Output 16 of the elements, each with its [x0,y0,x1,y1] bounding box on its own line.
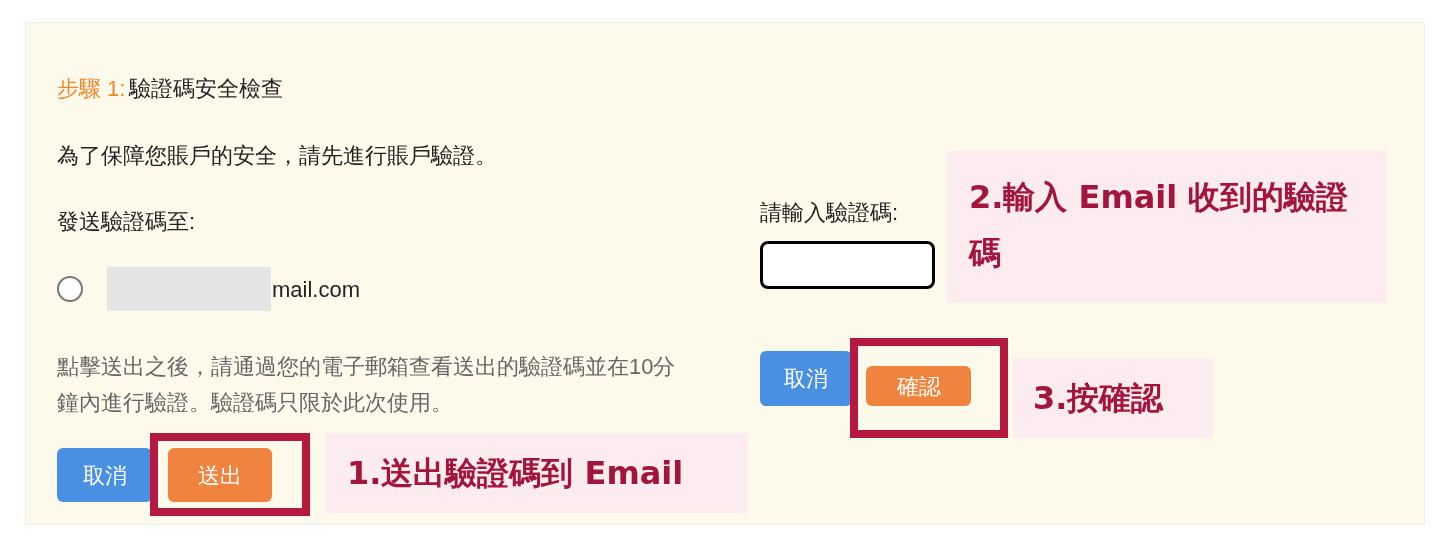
email-address: mail.com [272,275,360,304]
annotation-callout: 1.送出驗證碼到 Email [325,433,748,513]
code-label: 請輸入驗證碼: [760,199,900,226]
submit-button[interactable]: 送出 [168,448,272,502]
radio-button[interactable] [57,276,83,302]
step-title: 驗證碼安全檢查 [129,74,284,103]
annotation-callout: 3.按確認 [1013,358,1213,438]
submit-button[interactable]: 確認 [866,366,971,406]
cancel-button[interactable]: 取消 [57,448,152,502]
step-label: 步驟 1: [57,74,126,103]
intro-text: 為了保障您賬戶的安全，請先進行賬戶驗證。 [57,142,498,169]
send-to-label: 發送驗證碼至: [57,208,197,235]
annotation-callout: 2.輸入 Email 收到的驗證碼 [947,151,1387,303]
code-input-field[interactable] [760,241,935,289]
cancel-button[interactable]: 取消 [760,351,852,406]
instruction-text: 點擊送出之後，請通過您的電子郵箱查看送出的驗證碼並在10分鐘內進行驗證。驗證碼只限於此次使用。 [57,353,677,417]
